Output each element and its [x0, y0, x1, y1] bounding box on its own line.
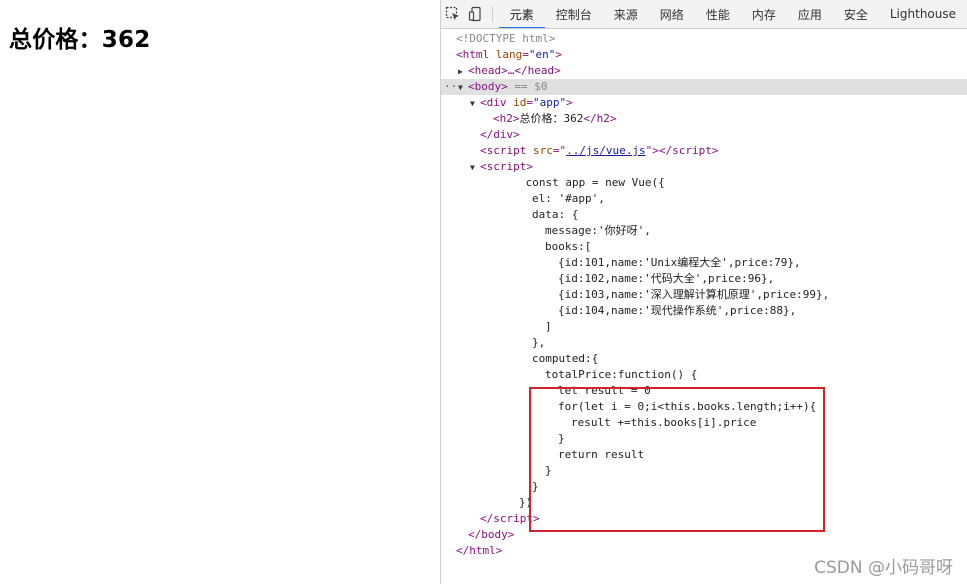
script-code-line: totalPrice:function() { [545, 368, 698, 381]
script-code-line: {id:101,name:'Unix编程大全',price:79}, [558, 256, 801, 269]
tab-memory[interactable]: 内存 [741, 0, 787, 28]
script-code-line: return result [558, 448, 645, 461]
expand-arrow-icon[interactable]: ▶ [458, 64, 468, 80]
device-toggle-icon[interactable] [464, 0, 487, 28]
script-code-line: result +=this.books[i].price [571, 416, 757, 429]
script-code-line: el: '#app', [532, 192, 605, 205]
body-node-line[interactable]: ··· ▼ <body> == $0 [441, 79, 967, 95]
script-code-line: message:'你好呀', [545, 224, 651, 237]
script-code-line: {id:102,name:'代码大全',price:96}, [558, 272, 775, 285]
body-close-line: </body> [468, 528, 515, 541]
app-div-line[interactable]: ▼ <div id="app"> [441, 95, 967, 111]
more-options-icon[interactable]: ··· [444, 79, 464, 95]
div-close-line: </div> [480, 128, 520, 141]
html-open-line[interactable]: <html lang="en"> [441, 47, 967, 63]
script-code-line: ] [545, 320, 552, 333]
tab-performance[interactable]: 性能 [695, 0, 741, 28]
inspect-element-icon[interactable] [441, 0, 464, 28]
script-code-line: const app = new Vue({ [525, 176, 665, 189]
script-src-line[interactable]: <script src="../js/vue.js"></script> [441, 143, 967, 159]
csdn-watermark: CSDN @小码哥呀 [814, 558, 953, 578]
script-code-line: } [532, 480, 539, 493]
script-code-line: {id:103,name:'深入理解计算机原理',price:99}, [558, 288, 830, 301]
toolbar-divider [491, 6, 493, 22]
script-code-line: books:[ [545, 240, 592, 253]
h2-node-line[interactable]: <h2>总价格：362</h2> [441, 111, 967, 127]
script-code-line: } [545, 464, 552, 477]
script-code-line: }, [532, 336, 546, 349]
script-code-line: let result = 0 [558, 384, 651, 397]
script-open-line[interactable]: ▼ <script> [441, 159, 967, 175]
tab-sources[interactable]: 来源 [603, 0, 649, 28]
tab-lighthouse[interactable]: Lighthouse [879, 0, 967, 28]
devtools-panel: 元素 控制台 来源 网络 性能 内存 应用 安全 Lighthouse <!DO… [440, 0, 967, 584]
rendered-page: 总价格：362 [0, 0, 440, 584]
tab-elements[interactable]: 元素 [498, 0, 545, 28]
tab-security[interactable]: 安全 [833, 0, 879, 28]
collapse-arrow-icon[interactable]: ▼ [470, 96, 480, 112]
script-code-line: } [558, 432, 565, 445]
doctype-line: <!DOCTYPE html> [456, 32, 556, 45]
script-code-line: data: { [532, 208, 579, 221]
tab-console[interactable]: 控制台 [545, 0, 603, 28]
head-node-line[interactable]: ▶ <head>…</head> [441, 63, 967, 79]
script-code-line: computed:{ [532, 352, 599, 365]
total-price-heading: 总价格：362 [9, 27, 151, 53]
vue-js-link[interactable]: ../js/vue.js [566, 144, 645, 157]
script-code-line: {id:104,name:'现代操作系统',price:88}, [558, 304, 797, 317]
script-code-line: for(let i = 0;i<this.books.length;i++){ [558, 400, 817, 413]
script-close-line: </script> [480, 512, 540, 525]
devtools-toolbar: 元素 控制台 来源 网络 性能 内存 应用 安全 Lighthouse [441, 0, 967, 29]
elements-tree: <!DOCTYPE html> <html lang="en"> ▶ <head>… [441, 29, 967, 559]
tab-application[interactable]: 应用 [787, 0, 833, 28]
script-code-line: }) [519, 496, 533, 509]
collapse-arrow-icon[interactable]: ▼ [470, 160, 480, 176]
tab-network[interactable]: 网络 [649, 0, 695, 28]
